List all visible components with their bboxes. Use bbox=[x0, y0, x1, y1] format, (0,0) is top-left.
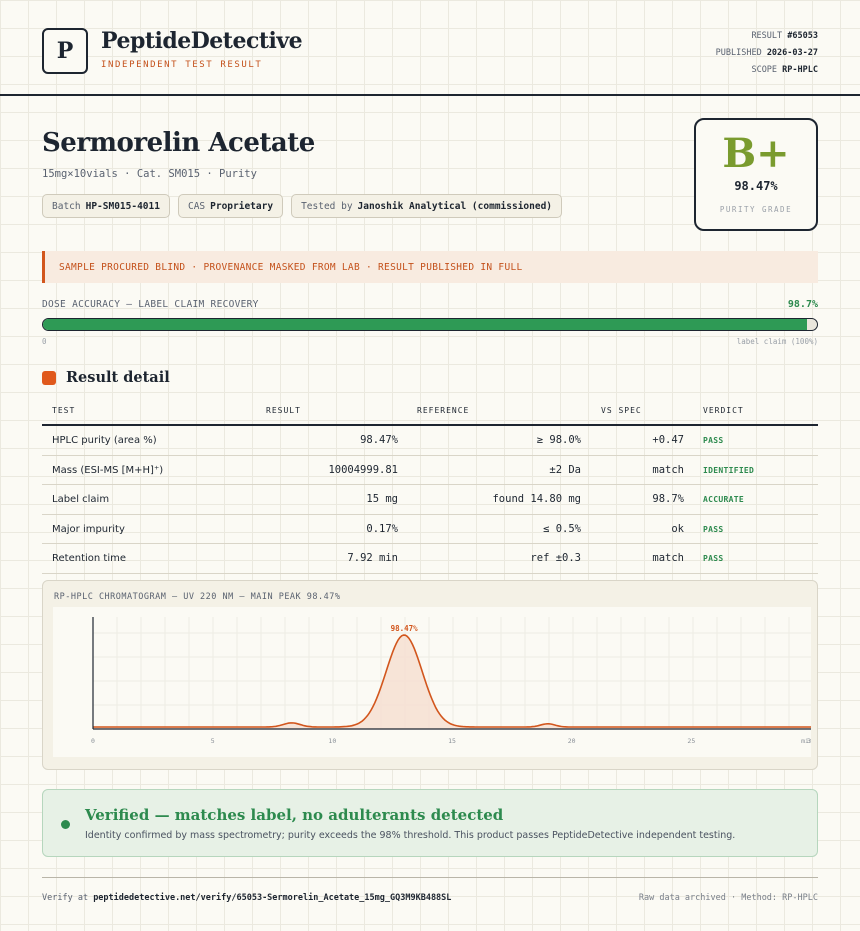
verification-description: Identity confirmed by mass spectrometry;… bbox=[85, 830, 736, 841]
section-title: Result detail bbox=[66, 369, 170, 386]
result-detail-heading: Result detail bbox=[42, 369, 170, 386]
dose-accuracy-value: 98.7% bbox=[787, 299, 818, 310]
report-header: P PeptideDetective INDEPENDENT TEST RESU… bbox=[0, 0, 860, 96]
cell-verdict: PASS bbox=[703, 554, 724, 563]
cell-vs-spec: +0.47 bbox=[652, 434, 684, 446]
chip-label: CAS bbox=[187, 200, 206, 212]
chromatogram-panel: RP-HPLC CHROMATOGRAM — UV 220 NM — MAIN … bbox=[42, 580, 818, 770]
cell-result: 98.47% bbox=[360, 434, 398, 446]
product-subtitle: 15mg×10vials · Cat. SM015 · Purity bbox=[42, 168, 257, 180]
chip-value: Janoshik Analytical (commissioned) bbox=[357, 200, 553, 212]
table-row: Label claim 15 mg found 14.80 mg 98.7% A… bbox=[42, 485, 818, 515]
dose-accuracy-label: DOSE ACCURACY — LABEL CLAIM RECOVERY bbox=[42, 299, 259, 310]
col-header-verdict: VERDICT bbox=[703, 406, 744, 415]
brand-tagline: INDEPENDENT TEST RESULT bbox=[101, 60, 263, 70]
col-header-reference: REFERENCE bbox=[417, 406, 470, 415]
brand-name[interactable]: PeptideDetective bbox=[101, 28, 303, 54]
dose-bar-max-label: label claim (100%) bbox=[736, 337, 818, 346]
method-note: Raw data archived · Method: RP-HPLC bbox=[638, 893, 818, 903]
cell-reference: ≤ 0.5% bbox=[543, 522, 581, 535]
chart-x-tick-label: 5 bbox=[211, 737, 215, 745]
verification-box: Verified — matches label, no adulterants… bbox=[42, 789, 818, 857]
scope-value: RP-HPLC bbox=[782, 65, 818, 75]
table-header: TEST RESULT REFERENCE VS SPEC VERDICT bbox=[42, 400, 818, 426]
chart-peak-label: 98.47% bbox=[391, 624, 419, 633]
cell-result: 7.92 min bbox=[347, 552, 398, 564]
cell-reference: found 14.80 mg bbox=[492, 493, 581, 505]
verification-title: Verified — matches label, no adulterants… bbox=[85, 806, 504, 824]
cell-test: Retention time bbox=[52, 553, 126, 564]
published-line: PUBLISHED 2026-03-27 bbox=[716, 45, 818, 62]
scope-line: SCOPE RP-HPLC bbox=[716, 62, 818, 79]
procurement-banner: SAMPLE PROCURED BLIND · PROVENANCE MASKE… bbox=[42, 251, 818, 283]
cell-vs-spec: match bbox=[652, 463, 684, 476]
cell-result: 10004999.81 bbox=[328, 463, 398, 476]
verified-dot-icon bbox=[61, 820, 70, 829]
product-title: Sermorelin Acetate bbox=[42, 128, 315, 158]
cell-reference: ref ±0.3 bbox=[530, 552, 581, 564]
col-header-vs-spec: VS SPEC bbox=[601, 406, 642, 415]
cell-verdict: ACCURATE bbox=[703, 495, 744, 504]
results-table: TEST RESULT REFERENCE VS SPEC VERDICT HP… bbox=[42, 400, 818, 574]
cell-vs-spec: ok bbox=[671, 522, 684, 535]
cell-verdict: PASS bbox=[703, 436, 724, 445]
published-label: PUBLISHED bbox=[715, 48, 762, 58]
chip-value: HP-SM015-4011 bbox=[85, 200, 160, 212]
cell-vs-spec: 98.7% bbox=[652, 493, 684, 505]
chip-label: Tested by bbox=[301, 200, 353, 212]
table-row: HPLC purity (area %) 98.47% ≥ 98.0% +0.4… bbox=[42, 426, 818, 456]
table-row: Major impurity 0.17% ≤ 0.5% ok PASS bbox=[42, 515, 818, 544]
cell-reference: ≥ 98.0% bbox=[536, 434, 581, 446]
cell-test: Major impurity bbox=[52, 523, 125, 535]
grade-letter: B+ bbox=[722, 130, 790, 177]
chart-x-tick-label: 0 bbox=[91, 737, 95, 745]
dose-accuracy-fill bbox=[43, 319, 807, 330]
chart-x-tick-label: 25 bbox=[687, 737, 695, 745]
chart-x-tick-label: 20 bbox=[568, 737, 576, 745]
result-id-label: RESULT bbox=[751, 31, 783, 41]
cell-reference: ±2 Da bbox=[549, 463, 581, 476]
verify-prefix: Verify at bbox=[42, 893, 89, 903]
chromatogram-title: RP-HPLC CHROMATOGRAM — UV 220 NM — MAIN … bbox=[54, 592, 341, 602]
verify-line: Verify at peptidedetective.net/verify/65… bbox=[42, 893, 451, 903]
cell-result: 15 mg bbox=[366, 493, 398, 505]
cell-verdict: IDENTIFIED bbox=[703, 465, 755, 475]
report-footer: Verify at peptidedetective.net/verify/65… bbox=[42, 877, 818, 903]
chart-x-unit-label: min bbox=[801, 737, 811, 745]
chart-background bbox=[53, 607, 811, 757]
tested-by-chip: Tested by Janoshik Analytical (commission… bbox=[291, 194, 563, 218]
verify-link[interactable]: peptidedetective.net/verify/65053-Sermor… bbox=[93, 893, 451, 903]
chromatogram-chart: 051015202530min98.47% bbox=[53, 607, 811, 757]
table-row: Mass (ESI-MS [M+H]⁺) 10004999.81 ±2 Da m… bbox=[42, 456, 818, 485]
table-row: Retention time 7.92 min ref ±0.3 match P… bbox=[42, 544, 818, 574]
product-chips: Batch HP-SM015-4011 CAS Proprietary Tested… bbox=[42, 194, 563, 218]
cell-vs-spec: match bbox=[652, 552, 684, 564]
scope-label: SCOPE bbox=[751, 65, 778, 75]
cas-chip: CAS Proprietary bbox=[177, 194, 284, 218]
chip-label: Batch bbox=[52, 200, 81, 212]
grade-value: 98.47% bbox=[734, 179, 778, 193]
cell-result: 0.17% bbox=[366, 522, 398, 535]
brand-logo[interactable]: P bbox=[42, 28, 88, 74]
dose-accuracy-bar bbox=[42, 318, 818, 331]
col-header-test: TEST bbox=[52, 406, 76, 415]
batch-chip: Batch HP-SM015-4011 bbox=[42, 194, 170, 218]
chart-x-tick-label: 15 bbox=[448, 737, 456, 745]
result-id-line: RESULT #65053 bbox=[716, 28, 818, 45]
chip-value: Proprietary bbox=[210, 200, 274, 212]
cell-verdict: PASS bbox=[703, 524, 724, 534]
chart-x-tick-label: 10 bbox=[328, 737, 336, 745]
published-value: 2026-03-27 bbox=[766, 48, 818, 58]
report-meta: RESULT #65053 PUBLISHED 2026-03-27 SCOPE… bbox=[716, 28, 818, 79]
col-header-result: RESULT bbox=[266, 406, 301, 415]
grade-label: PURITY GRADE bbox=[719, 205, 793, 214]
cell-test: Mass (ESI-MS [M+H]⁺) bbox=[52, 464, 164, 476]
section-square-icon bbox=[42, 370, 56, 385]
cell-test: Label claim bbox=[52, 494, 110, 505]
result-id-value: #65053 bbox=[787, 31, 818, 41]
cell-test: HPLC purity (area %) bbox=[52, 435, 157, 446]
dose-bar-min-label: 0 bbox=[42, 337, 47, 346]
purity-grade-card: B+ 98.47% PURITY GRADE bbox=[694, 118, 818, 231]
